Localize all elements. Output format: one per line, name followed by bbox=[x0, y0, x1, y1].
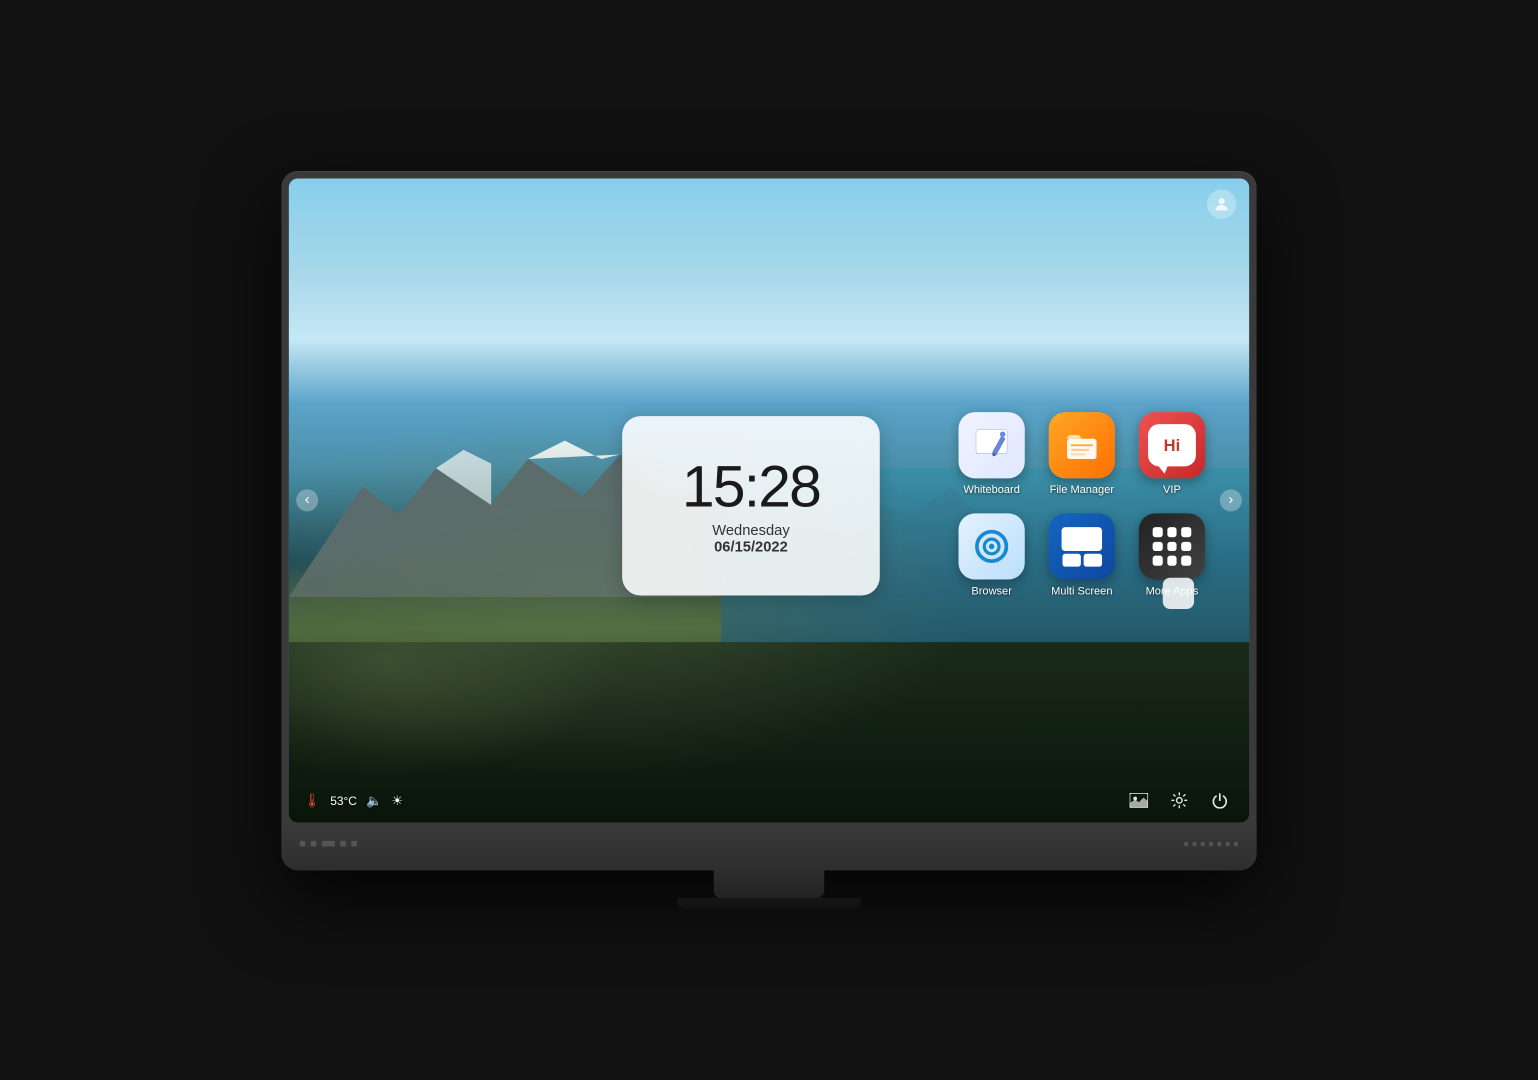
app-whiteboard[interactable]: Whiteboard bbox=[951, 404, 1032, 496]
monitor-bezel-bottom bbox=[281, 822, 1256, 870]
vip-icon-img: Hi bbox=[1139, 412, 1205, 478]
clock-day: Wednesday bbox=[712, 522, 789, 539]
browser-icon-img bbox=[959, 513, 1025, 579]
monitor: ‹ › 15:28 Wednesday 06/15/2022 bbox=[281, 171, 1256, 870]
clock-widget: 15:28 Wednesday 06/15/2022 bbox=[622, 416, 880, 595]
app-file-manager[interactable]: File Manager bbox=[1041, 404, 1122, 496]
wallpaper-button[interactable] bbox=[1124, 786, 1153, 815]
vip-label: VIP bbox=[1163, 483, 1181, 496]
apps-grid: Whiteboard Fi bbox=[951, 404, 1212, 597]
app-multi-screen[interactable]: Multi Screen bbox=[1041, 505, 1122, 597]
left-arrow-icon: ‹ bbox=[305, 492, 310, 509]
bezel-dot-3 bbox=[340, 841, 346, 847]
moreapps-icon-img bbox=[1139, 513, 1205, 579]
whiteboard-label: Whiteboard bbox=[963, 483, 1019, 496]
browser-label: Browser bbox=[971, 584, 1011, 597]
monitor-base bbox=[677, 898, 861, 909]
status-left: 🌡 53°C 🔈 ☀ bbox=[303, 792, 402, 809]
screen: ‹ › 15:28 Wednesday 06/15/2022 bbox=[289, 178, 1249, 822]
multiscreen-inner bbox=[1062, 527, 1102, 567]
whiteboard-icon-img bbox=[959, 412, 1025, 478]
speaker-dots bbox=[1184, 841, 1238, 846]
multiscreen-icon-img bbox=[1049, 513, 1115, 579]
bezel-dot-2 bbox=[311, 841, 317, 847]
filemanager-icon-img bbox=[1049, 412, 1115, 478]
bezel-controls bbox=[300, 841, 357, 847]
bezel-dot-1 bbox=[300, 841, 306, 847]
speaker-dot-2 bbox=[1192, 841, 1197, 846]
clock-date: 06/15/2022 bbox=[714, 539, 788, 556]
vip-bubble: Hi bbox=[1148, 424, 1196, 466]
speaker-dot-1 bbox=[1184, 841, 1189, 846]
nav-arrow-right[interactable]: › bbox=[1220, 489, 1242, 511]
moreapps-grid bbox=[1153, 527, 1192, 566]
status-right bbox=[1124, 786, 1234, 815]
bezel-rect bbox=[322, 841, 335, 847]
bezel-dot-4 bbox=[351, 841, 357, 847]
speaker-dot-5 bbox=[1217, 841, 1222, 846]
right-arrow-icon: › bbox=[1228, 492, 1233, 509]
filemanager-label: File Manager bbox=[1050, 483, 1114, 496]
clock-time: 15:28 bbox=[682, 456, 820, 515]
avatar[interactable] bbox=[1207, 189, 1236, 218]
monitor-stand bbox=[714, 870, 824, 898]
app-browser[interactable]: Browser bbox=[951, 505, 1032, 597]
brightness-icon[interactable]: ☀ bbox=[391, 793, 403, 809]
screen-area: ‹ › 15:28 Wednesday 06/15/2022 bbox=[281, 171, 1256, 822]
multiscreen-label: Multi Screen bbox=[1051, 584, 1112, 597]
speaker-dot-4 bbox=[1209, 841, 1214, 846]
app-vip[interactable]: Hi VIP bbox=[1131, 404, 1212, 496]
floating-button[interactable] bbox=[1163, 578, 1194, 609]
thermometer-icon: 🌡 bbox=[303, 792, 321, 809]
settings-button[interactable] bbox=[1165, 786, 1194, 815]
temperature-value: 53°C bbox=[330, 793, 357, 807]
speaker-dot-3 bbox=[1200, 841, 1205, 846]
power-button[interactable] bbox=[1205, 786, 1234, 815]
speaker-dot-6 bbox=[1225, 841, 1230, 846]
sound-icon[interactable]: 🔈 bbox=[366, 793, 382, 809]
nav-arrow-left[interactable]: ‹ bbox=[296, 489, 318, 511]
status-bar: 🌡 53°C 🔈 ☀ bbox=[289, 786, 1249, 815]
speaker-dot-7 bbox=[1234, 841, 1239, 846]
